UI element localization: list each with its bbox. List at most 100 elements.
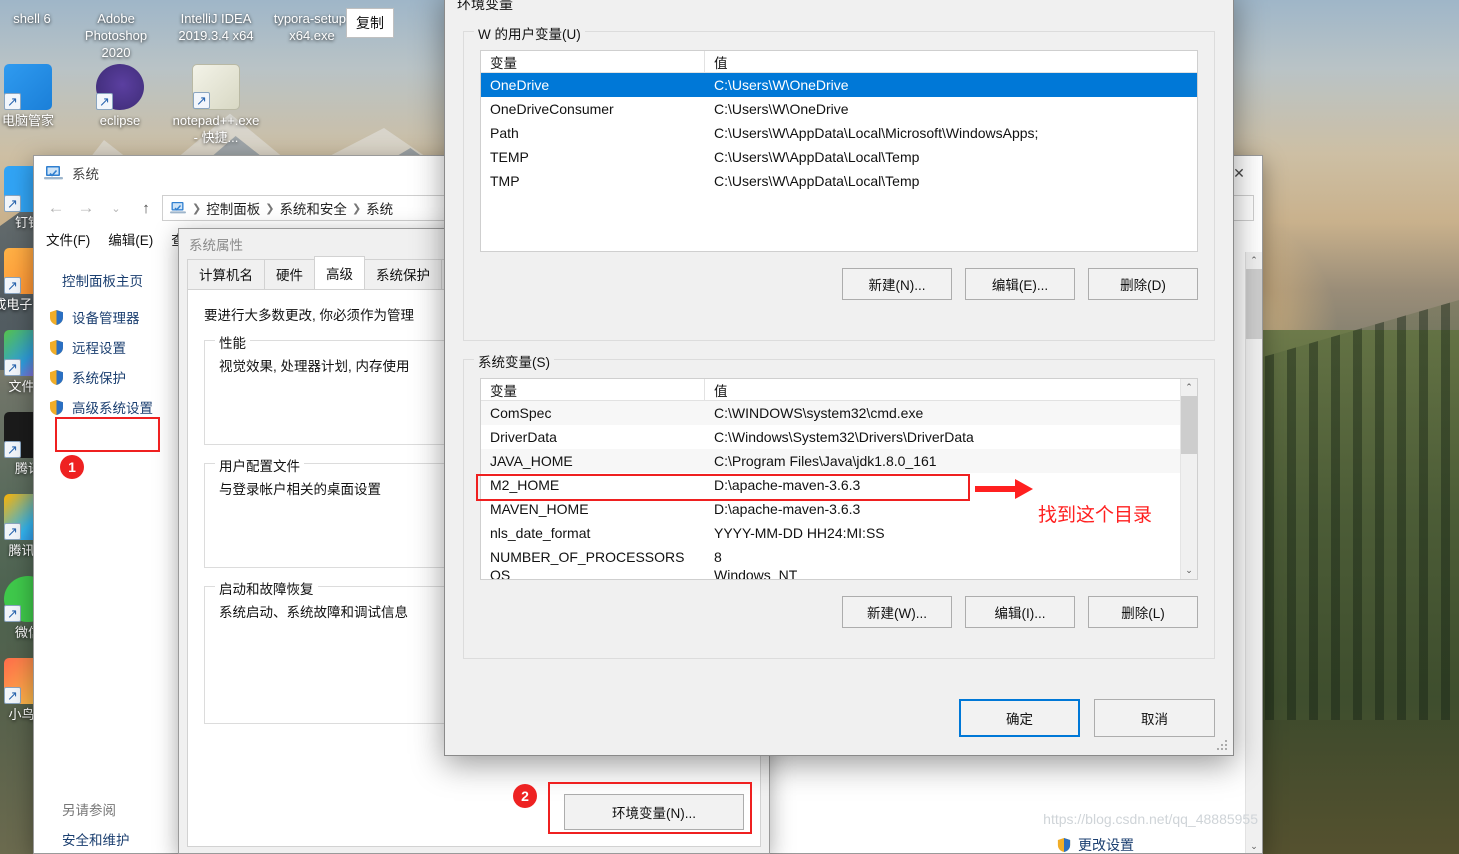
scroll-down-icon[interactable]: ⌄ [1246, 838, 1262, 853]
column-header-value: 值 [714, 55, 728, 71]
computer-icon [170, 201, 187, 216]
annotation-badge-1: 1 [60, 455, 84, 479]
table-row[interactable]: TMP C:\Users\W\AppData\Local\Temp [481, 169, 1197, 193]
desktop-icon-label: IntelliJ IDEA 2019.3.4 x64 [178, 11, 254, 43]
desktop-icon-powershell[interactable]: shell 6 [0, 10, 76, 27]
variable-name: nls_date_format [490, 525, 591, 541]
shortcut-arrow-icon: ↗ [193, 92, 210, 109]
table-row[interactable]: OS Windows_NT [481, 569, 1197, 580]
sidebar-item-home[interactable]: 控制面板主页 [34, 266, 199, 302]
user-edit-button[interactable]: 编辑(E)... [965, 268, 1075, 300]
change-settings-label: 更改设置 [1078, 837, 1134, 853]
variable-name: JAVA_HOME [490, 453, 573, 469]
scroll-down-icon[interactable]: ⌄ [1181, 562, 1197, 579]
table-row[interactable]: M2_HOME D:\apache-maven-3.6.3 [481, 473, 1197, 497]
desktop-icon-pc-manager[interactable]: ↗ 电脑管家 [0, 64, 72, 129]
breadcrumb-item-system-security[interactable]: 系统和安全 [279, 198, 347, 218]
system-variables-legend: 系统变量(S) [474, 351, 554, 371]
scrollbar-thumb[interactable] [1246, 269, 1262, 339]
shield-icon [1056, 837, 1073, 854]
forward-button[interactable]: → [72, 195, 100, 221]
shield-icon [48, 339, 65, 356]
see-also-link-security-maintenance[interactable]: 安全和维护 [62, 829, 130, 849]
variable-name: OneDrive [490, 77, 550, 93]
sidebar-item-device-manager[interactable]: 设备管理器 [34, 302, 199, 332]
variable-name: MAVEN_HOME [490, 501, 589, 517]
control-panel-title: 系统 [72, 167, 99, 182]
sidebar-item-advanced-system-settings[interactable]: 高级系统设置 [34, 392, 199, 422]
user-variables-group: W 的用户变量(U) 变量 值 OneDrive C:\Users\W\OneD… [463, 23, 1215, 341]
breadcrumb-item-control-panel[interactable]: 控制面板 [206, 198, 260, 218]
tab-system-protection[interactable]: 系统保护 [364, 259, 442, 289]
tab-advanced[interactable]: 高级 [314, 256, 365, 289]
control-panel-sidebar: 控制面板主页 设备管理器 远程设置 系统保护 高级系统设置 另请参阅 安全和维护 [34, 252, 200, 853]
user-variables-buttons: 新建(N)... 编辑(E)... 删除(D) [480, 268, 1198, 300]
desktop-icon-label: typora-setup-x64.exe [273, 11, 351, 43]
variable-value: C:\Users\W\OneDrive [714, 77, 849, 93]
table-row[interactable]: JAVA_HOME C:\Program Files\Java\jdk1.8.0… [481, 449, 1197, 473]
variable-name: TEMP [490, 149, 529, 165]
desktop-icon-intellij[interactable]: IntelliJ IDEA 2019.3.4 x64 [172, 10, 260, 44]
variable-value: Windows_NT [714, 569, 798, 580]
table-row[interactable]: TEMP C:\Users\W\AppData\Local\Temp [481, 145, 1197, 169]
breadcrumb-item-system[interactable]: 系统 [366, 198, 393, 218]
system-variables-list[interactable]: 变量 值 ComSpec C:\WINDOWS\system32\cmd.exe… [480, 378, 1198, 580]
variable-name: Path [490, 125, 519, 141]
desktop-icon-typora[interactable]: typora-setup-x64.exe [268, 10, 356, 44]
tab-hardware[interactable]: 硬件 [264, 259, 315, 289]
desktop-icon-eclipse[interactable]: ↗ eclipse [76, 64, 164, 129]
system-variables-scrollbar[interactable]: ⌃ ⌄ [1180, 379, 1197, 579]
tab-computer-name[interactable]: 计算机名 [187, 259, 265, 289]
scrollbar-thumb[interactable] [1181, 396, 1197, 454]
shortcut-arrow-icon: ↗ [4, 195, 21, 212]
content-scrollbar[interactable]: ⌃ ⌄ [1245, 252, 1262, 853]
variable-value: C:\Users\W\AppData\Local\Temp [714, 149, 920, 165]
change-settings-link[interactable]: 更改设置 [1056, 835, 1134, 854]
variable-value: C:\WINDOWS\system32\cmd.exe [714, 405, 924, 421]
watermark: https://blog.csdn.net/qq_48885955 [1043, 811, 1258, 827]
variable-value: C:\Users\W\OneDrive [714, 101, 849, 117]
table-row[interactable]: Path C:\Users\W\AppData\Local\Microsoft\… [481, 121, 1197, 145]
user-delete-button[interactable]: 删除(D) [1088, 268, 1198, 300]
cancel-button[interactable]: 取消 [1094, 699, 1215, 737]
sidebar-item-remote-settings[interactable]: 远程设置 [34, 332, 199, 362]
system-delete-button[interactable]: 删除(L) [1088, 596, 1198, 628]
environment-variables-dialog: 环境变量 W 的用户变量(U) 变量 值 OneDrive C:\Users\W… [444, 0, 1234, 756]
shortcut-arrow-icon: ↗ [4, 93, 21, 110]
environment-variables-button[interactable]: 环境变量(N)... [564, 794, 744, 830]
sidebar-item-system-protection[interactable]: 系统保护 [34, 362, 199, 392]
resize-grip[interactable] [1216, 739, 1228, 751]
list-header: 变量 值 [481, 51, 1197, 73]
recent-locations-button[interactable]: ⌄ [102, 195, 130, 221]
system-new-button[interactable]: 新建(W)... [842, 596, 952, 628]
desktop-icon-label: Adobe Photoshop 2020 [84, 11, 148, 60]
desktop-icon-label: 电脑管家 [1, 113, 54, 128]
desktop-icon-notepadpp[interactable]: ↗ notepad++.exe - 快捷... [172, 64, 260, 146]
table-row[interactable]: OneDrive C:\Users\W\OneDrive [481, 73, 1197, 97]
user-new-button[interactable]: 新建(N)... [842, 268, 952, 300]
back-button[interactable]: ← [42, 195, 70, 221]
annotation-text-find-directory: 找到这个目录 [1038, 505, 1153, 526]
ok-button[interactable]: 确定 [959, 699, 1080, 737]
scroll-up-icon[interactable]: ⌃ [1246, 252, 1262, 269]
table-row[interactable]: DriverData C:\Windows\System32\Drivers\D… [481, 425, 1197, 449]
variable-name: M2_HOME [490, 477, 560, 493]
eclipse-icon: ↗ [96, 64, 144, 110]
variable-value: C:\Windows\System32\Drivers\DriverData [714, 429, 974, 445]
shortcut-arrow-icon: ↗ [4, 687, 21, 704]
desktop-icon-label: eclipse [99, 113, 141, 128]
table-row[interactable]: OneDriveConsumer C:\Users\W\OneDrive [481, 97, 1197, 121]
up-button[interactable]: ↑ [132, 195, 160, 221]
menu-file[interactable]: 文件(F) [46, 229, 90, 249]
user-variables-list[interactable]: 变量 值 OneDrive C:\Users\W\OneDrive OneDri… [480, 50, 1198, 252]
environment-variables-title: 环境变量 [457, 0, 513, 12]
scroll-up-icon[interactable]: ⌃ [1181, 379, 1197, 396]
table-row[interactable]: ComSpec C:\WINDOWS\system32\cmd.exe [481, 401, 1197, 425]
variable-value: C:\Users\W\AppData\Local\Temp [714, 173, 920, 189]
desktop-icon-photoshop[interactable]: Adobe Photoshop 2020 [72, 10, 160, 61]
computer-icon [44, 164, 64, 182]
table-row[interactable]: NUMBER_OF_PROCESSORS 8 [481, 545, 1197, 569]
system-edit-button[interactable]: 编辑(I)... [965, 596, 1075, 628]
menu-edit[interactable]: 编辑(E) [108, 229, 153, 249]
variable-name: TMP [490, 173, 520, 189]
